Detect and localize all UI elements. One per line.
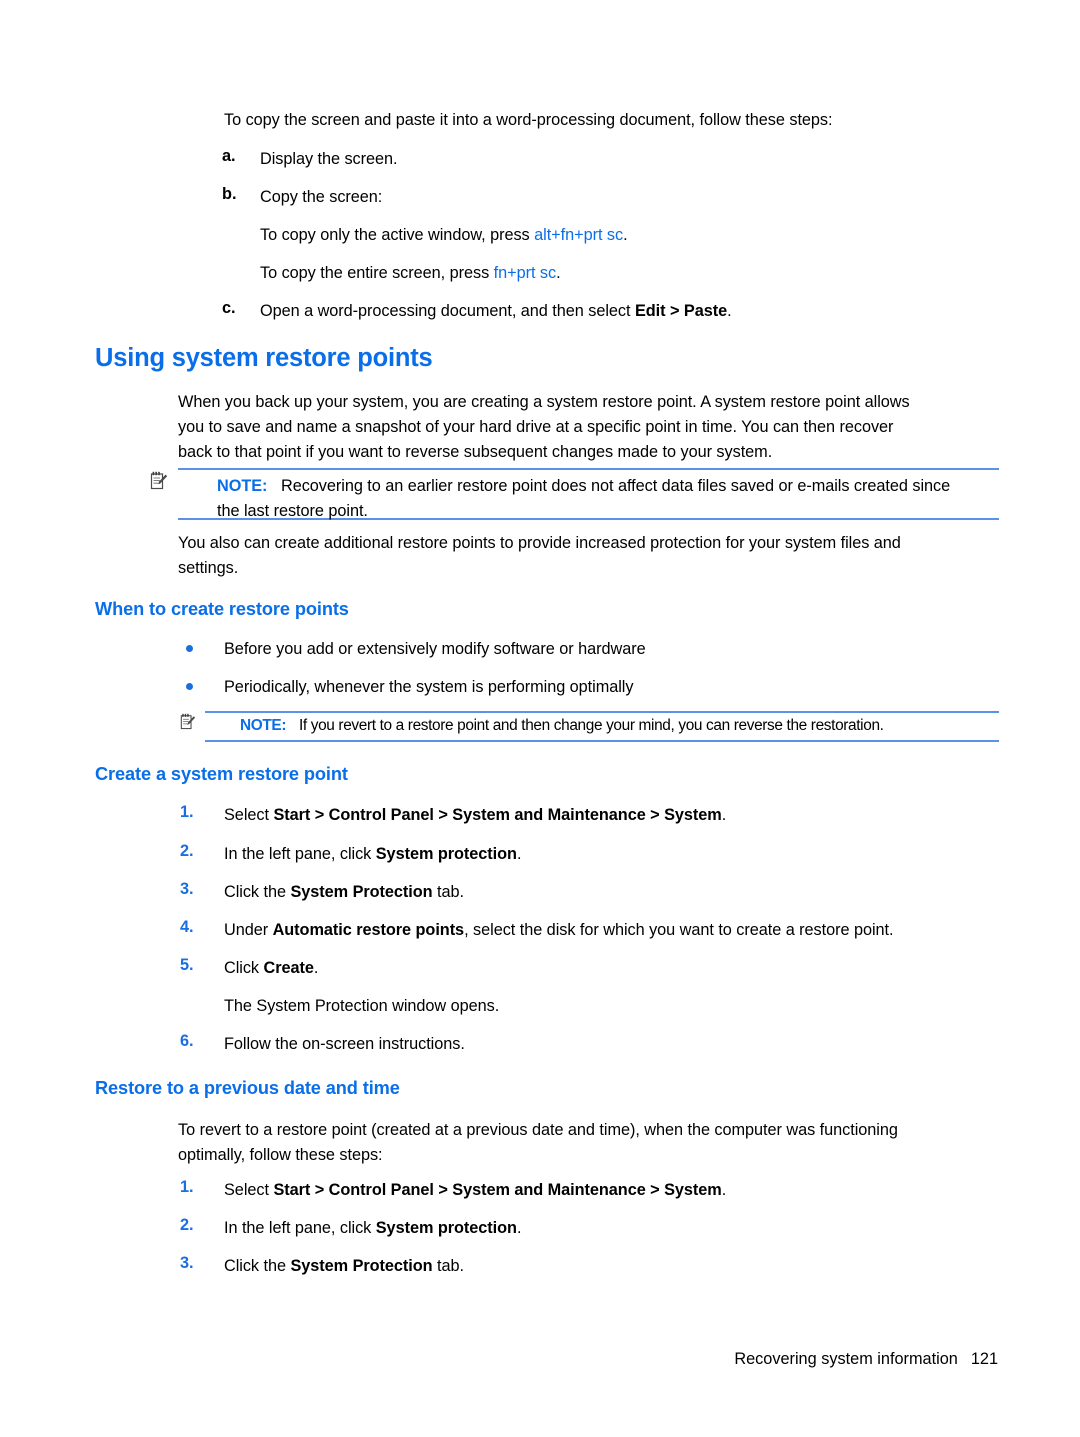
list-item-c-bold: Edit > Paste xyxy=(634,302,728,320)
list-marker-create-4: 4. xyxy=(180,918,194,936)
restore-step-2-p0: In the left pane, click xyxy=(224,1219,376,1237)
create-step-1: Select Start > Control Panel > System an… xyxy=(224,803,1004,828)
shortcut-suffix-2: . xyxy=(556,264,561,282)
create-step-1-p0: Select xyxy=(224,806,274,824)
bullet-item-1: Before you add or extensively modify sof… xyxy=(224,640,646,658)
note-2-body: If you revert to a restore point and the… xyxy=(298,717,884,734)
create-step-3: Click the System Protection tab. xyxy=(224,880,1004,905)
restore-step-2-p2: . xyxy=(516,1219,522,1237)
shortcut-keys-2: fn+prt sc xyxy=(493,264,557,282)
page-footer: Recovering system information 121 xyxy=(734,1350,998,1369)
restore-step-3: Click the System Protection tab. xyxy=(224,1254,1004,1279)
list-item-c-text: Open a word-processing document, and the… xyxy=(260,299,1000,324)
create-step-2: In the left pane, click System protectio… xyxy=(224,842,1004,867)
subheading-restore-previous: Restore to a previous date and time xyxy=(95,1078,400,1098)
list-marker-a: a. xyxy=(222,147,236,165)
bullet-point-icon-2 xyxy=(186,683,193,690)
create-step-5-followup: The System Protection window opens. xyxy=(224,997,500,1015)
restore-step-1-p0: Select xyxy=(224,1181,274,1199)
restore-intro-line-2: optimally, follow these steps: xyxy=(178,1146,383,1164)
list-marker-c: c. xyxy=(222,299,236,317)
section-paragraph-line-1: When you back up your system, you are cr… xyxy=(178,393,910,411)
restore-step-2-p1: System protection xyxy=(375,1219,517,1237)
create-step-1-p2: . xyxy=(721,806,727,824)
list-item-c-after: . xyxy=(727,302,732,320)
shortcut-line-active-window: To copy only the active window, press al… xyxy=(260,223,1000,248)
create-step-1-p1: Start > Control Panel > System and Maint… xyxy=(273,806,722,824)
shortcut-prefix-1: To copy only the active window, press xyxy=(260,226,535,244)
list-item-c-before: Open a word-processing document, and the… xyxy=(260,302,635,320)
restore-intro-paragraph: To revert to a restore point (created at… xyxy=(178,1118,1008,1168)
shortcut-prefix-2: To copy the entire screen, press xyxy=(260,264,494,282)
create-step-2-p2: . xyxy=(516,845,522,863)
list-marker-create-5: 5. xyxy=(180,956,194,974)
create-step-6: Follow the on-screen instructions. xyxy=(224,1032,1004,1057)
create-step-2-p1: System protection xyxy=(375,845,517,863)
create-step-3-p2: tab. xyxy=(432,883,465,901)
document-page: To copy the screen and paste it into a w… xyxy=(0,0,1080,1437)
restore-step-3-p1: System Protection xyxy=(290,1257,433,1275)
list-marker-create-3: 3. xyxy=(180,880,194,898)
restore-step-2: In the left pane, click System protectio… xyxy=(224,1216,1004,1241)
list-marker-restore-3: 3. xyxy=(180,1254,194,1272)
create-step-6-p0: Follow the on-screen instructions. xyxy=(224,1035,465,1053)
note-1-body-1: Recovering to an earlier restore point d… xyxy=(280,477,951,495)
create-step-3-p0: Click the xyxy=(224,883,291,901)
page-title: Using system restore points xyxy=(95,344,433,372)
intro-paragraph: To copy the screen and paste it into a w… xyxy=(224,111,833,129)
paragraph-after-note-line-2: settings. xyxy=(178,559,239,577)
shortcut-line-entire-screen: To copy the entire screen, press fn+prt … xyxy=(260,261,1000,286)
restore-intro-line-1: To revert to a restore point (created at… xyxy=(178,1121,898,1139)
restore-step-3-p2: tab. xyxy=(432,1257,465,1275)
note-2-text: NOTE: If you revert to a restore point a… xyxy=(240,714,1000,737)
footer-page-number: 121 xyxy=(970,1350,998,1368)
section-paragraph-line-3: back to that point if you want to revers… xyxy=(178,443,773,461)
restore-step-1-p2: . xyxy=(721,1181,727,1199)
paragraph-after-note: You also can create additional restore p… xyxy=(178,531,1008,581)
create-step-4-p1: Automatic restore points xyxy=(272,921,465,939)
list-marker-b: b. xyxy=(222,185,237,203)
bullet-item-2: Periodically, whenever the system is per… xyxy=(224,678,634,696)
note-1-label: NOTE: xyxy=(217,477,268,495)
list-marker-restore-2: 2. xyxy=(180,1216,194,1234)
restore-step-3-p0: Click the xyxy=(224,1257,291,1275)
paragraph-after-note-line-1: You also can create additional restore p… xyxy=(178,534,901,552)
create-step-4: Under Automatic restore points, select t… xyxy=(224,918,1014,943)
list-item-b-text: Copy the screen: xyxy=(260,188,383,206)
note-pad-pencil-icon xyxy=(180,713,195,730)
create-step-3-p1: System Protection xyxy=(290,883,433,901)
note-box-1: NOTE: Recovering to an earlier restore p… xyxy=(178,468,999,520)
note-1-text: NOTE: Recovering to an earlier restore p… xyxy=(217,474,1007,524)
create-step-5-p0: Click xyxy=(224,959,264,977)
note-pad-pencil-icon xyxy=(150,471,167,490)
note-box-2: NOTE: If you revert to a restore point a… xyxy=(205,711,999,742)
subheading-create-restore-point: Create a system restore point xyxy=(95,764,348,784)
subheading-when-to-create: When to create restore points xyxy=(95,599,349,619)
bullet-point-icon-1 xyxy=(186,645,193,652)
note-1-line-1: NOTE: Recovering to an earlier restore p… xyxy=(217,474,1007,499)
note-2-label: NOTE: xyxy=(240,717,287,734)
list-marker-create-2: 2. xyxy=(180,842,194,860)
create-step-4-p2: , select the disk for which you want to … xyxy=(464,921,894,939)
shortcut-suffix-1: . xyxy=(623,226,628,244)
restore-step-1-p1: Start > Control Panel > System and Maint… xyxy=(273,1181,722,1199)
list-marker-create-1: 1. xyxy=(180,803,194,821)
section-paragraph: When you back up your system, you are cr… xyxy=(178,390,1008,465)
create-step-5-p2: . xyxy=(313,959,319,977)
create-step-2-p0: In the left pane, click xyxy=(224,845,376,863)
shortcut-keys-1: alt+fn+prt sc xyxy=(534,226,624,244)
list-item-a-text: Display the screen. xyxy=(260,150,398,168)
create-step-4-p0: Under xyxy=(224,921,273,939)
list-marker-restore-1: 1. xyxy=(180,1178,194,1196)
restore-step-1: Select Start > Control Panel > System an… xyxy=(224,1178,1014,1203)
create-step-5: Click Create. xyxy=(224,956,1004,981)
note-1-line-2: the last restore point. xyxy=(217,502,368,520)
section-paragraph-line-2: you to save and name a snapshot of your … xyxy=(178,418,894,436)
list-marker-create-6: 6. xyxy=(180,1032,194,1050)
footer-title: Recovering system information xyxy=(734,1350,958,1368)
create-step-5-p1: Create xyxy=(263,959,314,977)
